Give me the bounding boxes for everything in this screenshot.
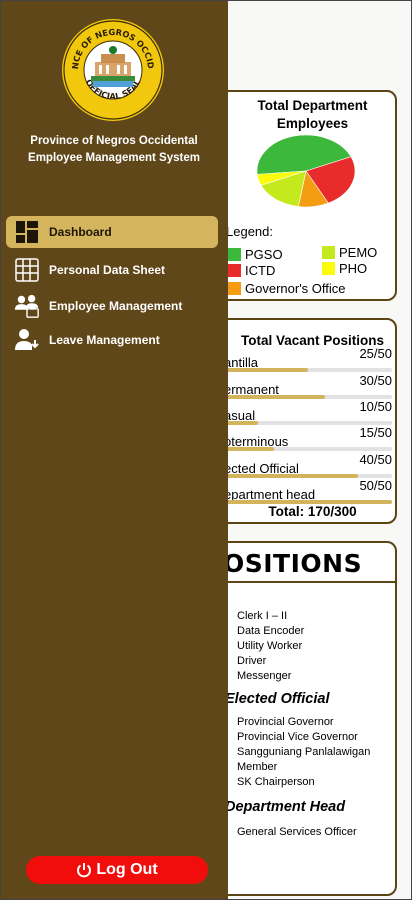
list-item: Member bbox=[237, 761, 278, 773]
vacant-row-value: 50/50 bbox=[359, 478, 392, 493]
list-item: Driver bbox=[237, 655, 267, 667]
vacant-total: Total: 170/300 bbox=[268, 504, 357, 519]
sidebar-item-leave-management[interactable]: Leave Management bbox=[6, 324, 218, 356]
list-item: Provincial Vice Governor bbox=[237, 731, 358, 743]
list-item: Provincial Governor bbox=[237, 716, 334, 728]
legend-swatch bbox=[322, 262, 335, 275]
legend-item-pho: PHO bbox=[322, 261, 367, 276]
vacant-progress-track bbox=[224, 447, 392, 451]
logout-label: Log Out bbox=[96, 861, 158, 878]
list-item: Sangguniang Panlalawigan bbox=[237, 746, 371, 758]
legend-item-pgso: PGSO bbox=[228, 247, 283, 262]
list-item: Utility Worker bbox=[237, 640, 303, 652]
vacant-row: asual 10/50 bbox=[224, 399, 392, 425]
organization-name: Province of Negros Occidental Employee M… bbox=[28, 135, 200, 164]
legend-swatch bbox=[322, 246, 335, 259]
positions-divider bbox=[209, 581, 395, 583]
legend-title: Legend: bbox=[226, 224, 273, 239]
vacant-row: ected Official 40/50 bbox=[224, 452, 392, 478]
vacant-row: antilla 25/50 bbox=[224, 346, 392, 372]
vacant-progress-fill bbox=[224, 447, 275, 451]
user-leave-icon bbox=[14, 327, 40, 353]
official-seal-logo: PROVINCE OF NEGROS OCCIDENTAL OFFICIAL S… bbox=[61, 18, 164, 121]
list-item: Data Encoder bbox=[237, 625, 305, 637]
vacant-progress-fill bbox=[224, 368, 308, 372]
table-grid-icon bbox=[14, 257, 40, 283]
department-positions-list: General Services Officer bbox=[237, 825, 357, 840]
legend-swatch bbox=[228, 264, 241, 277]
list-item: Clerk I – II bbox=[237, 610, 288, 622]
list-item: General Services Officer bbox=[237, 826, 357, 838]
vacant-progress-track bbox=[224, 368, 392, 372]
general-positions-list: Clerk I – II Data Encoder Utility Worker… bbox=[237, 609, 304, 684]
department-head-heading: Department Head bbox=[225, 799, 346, 815]
legend-item-ictd: ICTD bbox=[228, 263, 275, 278]
sidebar-item-label: Dashboard bbox=[49, 225, 112, 239]
vacant-row-value: 25/50 bbox=[359, 346, 392, 361]
vacant-row-value: 15/50 bbox=[359, 425, 392, 440]
legend-item-governors-office: Governor's Office bbox=[228, 281, 346, 296]
sidebar-item-dashboard[interactable]: Dashboard bbox=[6, 216, 218, 248]
total-vacant-positions-card: Total Vacant Positions antilla 25/50 erman… bbox=[214, 318, 397, 524]
sidebar-item-label: Personal Data Sheet bbox=[49, 263, 166, 277]
positions-card: OSITIONS Clerk I – II Data Encoder Utili… bbox=[207, 541, 397, 896]
vacant-row: epartment head 50/50 bbox=[224, 478, 392, 504]
elected-positions-list: Provincial Governor Provincial Vice Gove… bbox=[237, 715, 370, 790]
sidebar-item-label: Employee Management bbox=[49, 299, 183, 313]
vacant-row: oterminous 15/50 bbox=[224, 425, 392, 451]
elected-official-heading: Elected Official bbox=[225, 691, 330, 707]
employees-card-title: Total Department Employees bbox=[257, 98, 368, 131]
sidebar-item-label: Leave Management bbox=[49, 333, 160, 347]
legend-swatch bbox=[228, 282, 241, 295]
list-item: Messenger bbox=[237, 670, 292, 682]
dashboard-icon bbox=[14, 219, 40, 245]
sidebar: PROVINCE OF NEGROS OCCIDENTAL OFFICIAL S… bbox=[0, 0, 228, 900]
sidebar-item-personal-data-sheet[interactable]: Personal Data Sheet bbox=[6, 254, 218, 286]
vacant-row-value: 10/50 bbox=[359, 399, 392, 414]
power-icon bbox=[77, 863, 92, 878]
users-icon bbox=[14, 293, 40, 319]
legend-item-pemo: PEMO bbox=[322, 245, 377, 260]
employees-pie-chart bbox=[256, 134, 356, 208]
legend-swatch bbox=[228, 248, 241, 261]
vacant-row: ermanent 30/50 bbox=[224, 373, 392, 399]
sidebar-item-employee-management[interactable]: Employee Management bbox=[6, 290, 218, 322]
logout-button[interactable]: Log Out bbox=[26, 856, 208, 884]
vacant-row-value: 30/50 bbox=[359, 373, 392, 388]
total-department-employees-card: Total Department Employees Legend: PGSO … bbox=[214, 90, 397, 301]
positions-title: OSITIONS bbox=[223, 549, 363, 578]
vacant-row-value: 40/50 bbox=[359, 452, 392, 467]
list-item: SK Chairperson bbox=[237, 776, 315, 788]
